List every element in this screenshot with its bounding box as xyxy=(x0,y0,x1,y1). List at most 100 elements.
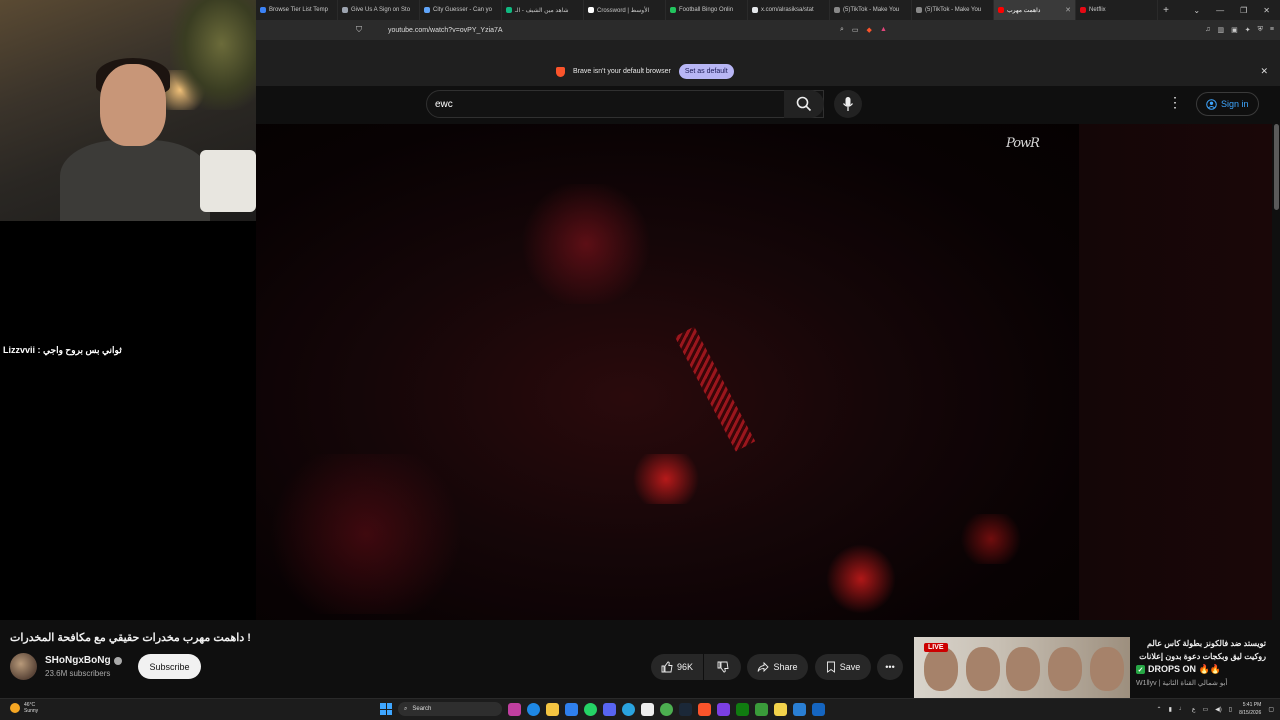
browser-tab[interactable]: شاهد مين الشيف - الـ xyxy=(502,0,584,20)
time: 5:41 PM xyxy=(1242,702,1262,708)
gamepass-icon[interactable] xyxy=(755,702,768,716)
weather-widget[interactable]: 46°C Sunny xyxy=(10,702,38,714)
more-actions-button[interactable]: ••• xyxy=(877,654,903,680)
page-scrollbar[interactable] xyxy=(1273,124,1280,688)
vscode-icon[interactable] xyxy=(793,702,806,716)
language-indicator[interactable]: ع xyxy=(1192,706,1196,713)
clock[interactable]: 5:41 PM 8/15/2026 xyxy=(1239,701,1261,717)
edge-icon[interactable] xyxy=(527,702,540,716)
save-label: Save xyxy=(839,662,861,672)
chat-message: Lizzvvii : ثواني بس بروح واجي xyxy=(3,345,122,355)
video-frame-object xyxy=(674,326,756,452)
like-button[interactable]: 96K xyxy=(651,654,703,680)
browser-tab-active[interactable]: داهمت مهرب ✕ xyxy=(994,0,1076,20)
tab-favicon-icon xyxy=(424,7,430,13)
recommended-title[interactable]: تويستد ضد فالكونز بطولة كاس عالم روكيت ل… xyxy=(1136,637,1266,663)
battery-icon[interactable]: ▯ xyxy=(1229,706,1232,713)
wallet-icon[interactable]: ▣ xyxy=(1231,26,1238,34)
notepad-icon[interactable] xyxy=(565,702,578,716)
search-button[interactable] xyxy=(784,90,824,118)
browser-tab[interactable]: City Guesser - Can yo xyxy=(420,0,502,20)
video-player[interactable]: PowR xyxy=(256,124,1079,620)
dislike-button[interactable] xyxy=(704,654,741,680)
more-options-icon[interactable]: ⋮ xyxy=(1168,94,1182,111)
steam-icon[interactable] xyxy=(679,702,692,716)
chrome-icon[interactable] xyxy=(660,702,673,716)
brave-icon[interactable] xyxy=(698,702,711,716)
share-icon xyxy=(758,661,770,673)
shield-icon[interactable]: ⛨ xyxy=(1258,26,1263,34)
browser-tab[interactable]: (5)TikTok - Make You xyxy=(912,0,994,20)
browser-tab[interactable]: x.com/alrasiksa/stat xyxy=(748,0,830,20)
live-badge: LIVE xyxy=(924,643,948,652)
brave-rewards-icon[interactable]: ▲ xyxy=(880,26,887,34)
set-default-button[interactable]: Set as default xyxy=(678,64,734,79)
browser-tab[interactable]: Football Bingo Onlin xyxy=(666,0,748,20)
sun-icon xyxy=(10,703,20,713)
cast-icon[interactable]: ▭ xyxy=(852,26,859,34)
media-icon[interactable]: ♫ xyxy=(1205,26,1210,34)
recommended-channel[interactable]: W1llyv | أبو شمالي القناة الثانية xyxy=(1136,679,1227,687)
browser-tab[interactable]: Browse Tier List Temp xyxy=(256,0,338,20)
subscribe-button[interactable]: Subscribe xyxy=(138,654,201,679)
files-icon[interactable] xyxy=(774,702,787,716)
bookmark-icon[interactable]: ⛉ xyxy=(356,25,362,35)
verified-icon xyxy=(113,656,122,665)
new-tab-button[interactable]: + xyxy=(1158,5,1174,16)
chevron-down-icon[interactable]: ⌄ xyxy=(1193,6,1200,15)
save-button[interactable]: Save xyxy=(815,654,871,680)
browser-tab[interactable]: Crossword | الأوسط xyxy=(584,0,666,20)
video-frame-glow xyxy=(956,514,1026,564)
taskbar-search[interactable]: ⌕ Search xyxy=(398,702,502,716)
taskbar-search-label: Search xyxy=(412,706,432,712)
network-icon[interactable]: ▭ xyxy=(1202,706,1208,713)
capcut-icon[interactable] xyxy=(641,702,654,716)
usb-icon[interactable]: ▮ xyxy=(1169,706,1172,713)
store-icon[interactable] xyxy=(717,702,730,716)
thumbnail-face xyxy=(924,647,958,691)
windows-start-icon[interactable] xyxy=(380,703,392,715)
sign-in-button[interactable]: Sign in xyxy=(1196,92,1259,116)
search-icon xyxy=(796,96,812,112)
brave-shield-icon[interactable]: ◆ xyxy=(867,26,872,34)
channel-avatar[interactable] xyxy=(10,653,37,680)
window-controls: ⌄ — ❐ ✕ xyxy=(1193,6,1280,15)
voice-search-button[interactable] xyxy=(834,90,862,118)
xbox-icon[interactable] xyxy=(736,702,749,716)
menu-icon[interactable]: ≡ xyxy=(1270,26,1274,34)
thumbs-up-icon xyxy=(661,661,673,673)
zoom-icon[interactable]: ⌕ xyxy=(840,26,844,34)
microphone xyxy=(200,150,256,212)
volume-icon[interactable]: ◀) xyxy=(1215,706,1222,713)
channel-watermark: PowR xyxy=(1006,136,1040,151)
recommended-live-thumbnail[interactable]: LIVE xyxy=(914,637,1130,698)
browser-tab[interactable]: (5)TikTok - Make You xyxy=(830,0,912,20)
bookmark-icon xyxy=(826,661,835,673)
video-frame-glow xyxy=(626,454,706,504)
browser-tab[interactable]: Netflix xyxy=(1076,0,1158,20)
notifications-icon[interactable]: ▢ xyxy=(1268,706,1274,713)
restore-icon[interactable]: ❐ xyxy=(1240,6,1247,15)
channel-name[interactable]: SHoNgxBoNg xyxy=(45,655,122,666)
close-tab-icon[interactable]: ✕ xyxy=(1065,6,1071,14)
microphone-icon[interactable]: ♩ xyxy=(1179,706,1185,712)
url-input[interactable]: youtube.com/watch?v=ovPY_Yzia7A xyxy=(388,27,503,34)
share-button[interactable]: Share xyxy=(747,654,808,680)
whatsapp-icon[interactable] xyxy=(584,702,597,716)
chevron-up-icon[interactable]: ⌃ xyxy=(1157,706,1162,713)
sidebar-icon[interactable]: ▥ xyxy=(1218,26,1225,34)
close-icon[interactable]: ✕ xyxy=(1260,66,1268,77)
telegram-icon[interactable] xyxy=(622,702,635,716)
explorer-icon[interactable] xyxy=(546,702,559,716)
minimize-icon[interactable]: — xyxy=(1216,6,1224,15)
app-icon[interactable] xyxy=(812,702,825,716)
browser-tab[interactable]: Give Us A Sign on Sto xyxy=(338,0,420,20)
discord-icon[interactable] xyxy=(603,702,616,716)
weather-condition: Sunny xyxy=(24,708,39,714)
close-icon[interactable]: ✕ xyxy=(1263,6,1270,15)
copilot-icon[interactable] xyxy=(508,702,521,716)
search-box: ewc ✕ xyxy=(426,90,824,118)
search-input[interactable]: ewc xyxy=(435,99,453,110)
scrollbar-thumb[interactable] xyxy=(1274,124,1279,210)
vpn-icon[interactable]: ✦ xyxy=(1245,26,1251,34)
